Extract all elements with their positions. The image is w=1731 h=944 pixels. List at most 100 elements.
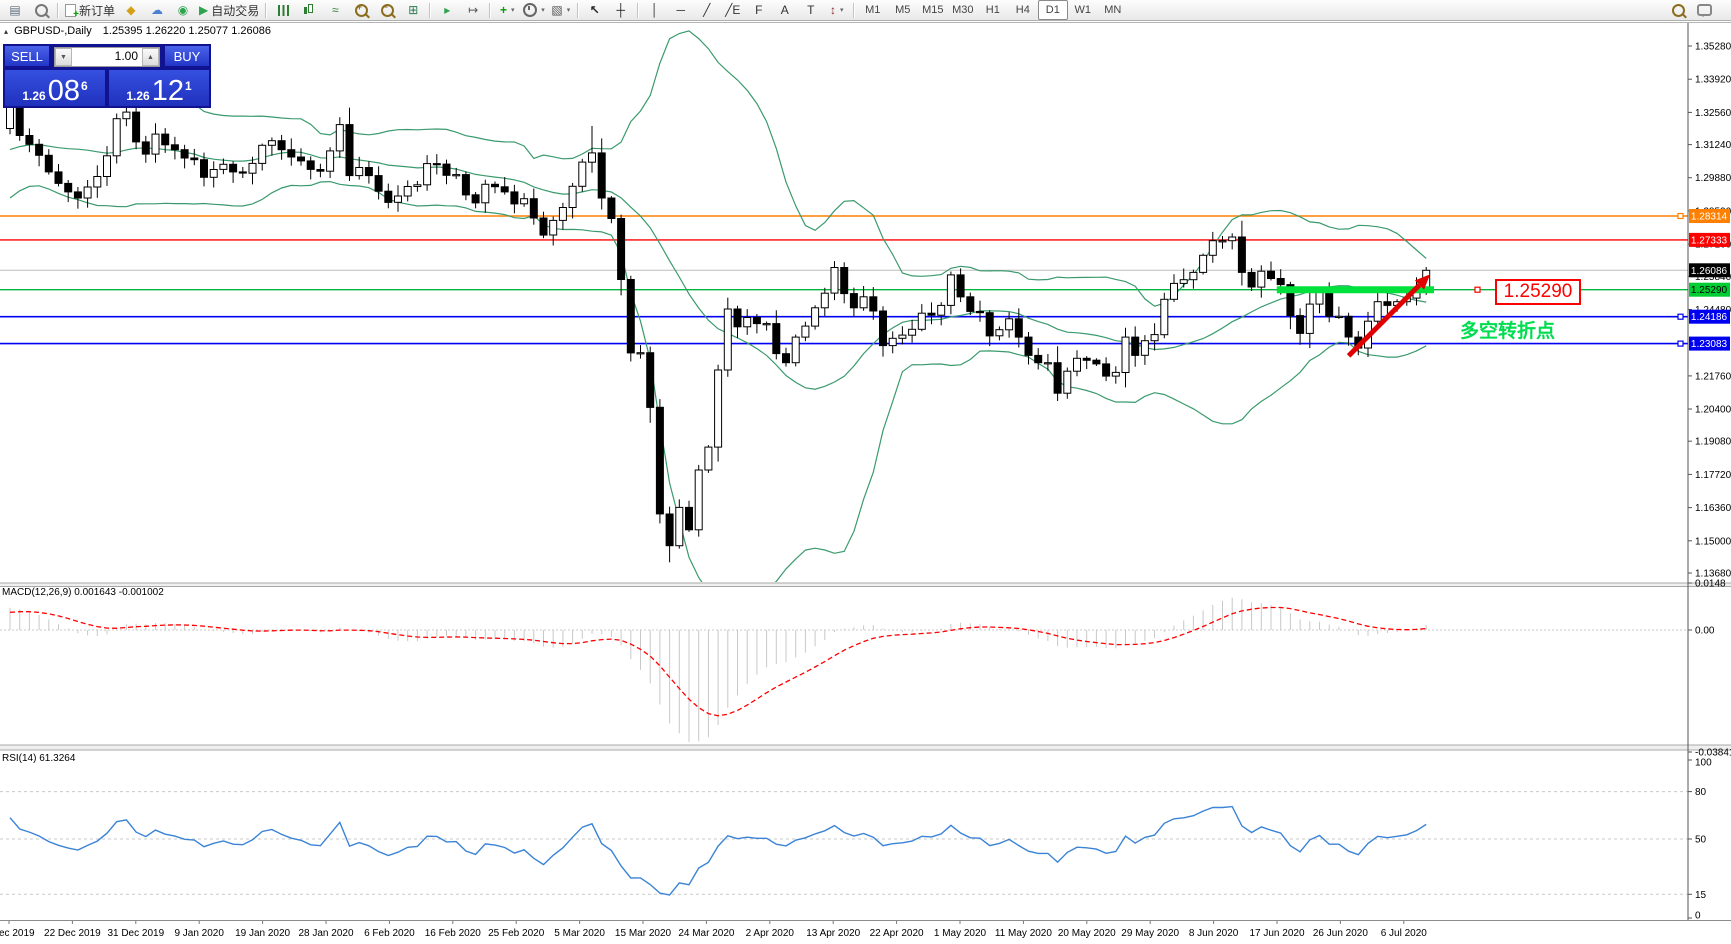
buy-price-display: 1.26 12 1 xyxy=(109,70,209,106)
chart-symbol-period: GBPUSD-,Daily xyxy=(14,25,92,37)
zoom-out-icon[interactable]: − xyxy=(374,0,400,20)
tf-d1[interactable]: D1 xyxy=(1037,0,1068,20)
auto-scroll-icon[interactable]: ▸ xyxy=(434,0,460,20)
tf-w1[interactable]: W1 xyxy=(1068,0,1098,20)
svg-text:28 Jan 2020: 28 Jan 2020 xyxy=(298,928,353,939)
tf-m15[interactable]: M15 xyxy=(918,0,948,20)
price-axis[interactable]: 1.352801.339201.325601.312401.298801.285… xyxy=(1687,23,1731,922)
horizontal-line-icon: ─ xyxy=(676,3,686,17)
indicators-icon[interactable]: + ▾ xyxy=(494,0,520,20)
periods-icon[interactable]: ▾ xyxy=(520,0,548,20)
tf-h4[interactable]: H4 xyxy=(1008,0,1038,20)
candlestick-icon[interactable] xyxy=(296,0,322,20)
tile-windows-icon[interactable]: ⊞ xyxy=(400,0,426,20)
toolbar-separator xyxy=(57,2,59,18)
svg-text:1.17720: 1.17720 xyxy=(1695,470,1731,481)
volume-stepper[interactable]: ▼ 1.00 ▲ xyxy=(54,47,160,67)
tf-m5[interactable]: M5 xyxy=(888,0,918,20)
price-annotation-box[interactable]: 1.25290 xyxy=(1495,279,1581,305)
fibonacci-icon[interactable]: F xyxy=(746,0,772,20)
trend-note-text[interactable]: 多空转折点 xyxy=(1460,316,1640,343)
label-icon[interactable]: T xyxy=(798,0,824,20)
crosshair-icon[interactable]: ┼ xyxy=(608,0,634,20)
cursor-icon[interactable]: ↖ xyxy=(582,0,608,20)
autotrading-icon: ▶ xyxy=(199,3,209,17)
tf-m30[interactable]: M30 xyxy=(948,0,978,20)
svg-text:1.31240: 1.31240 xyxy=(1695,140,1731,151)
svg-text:1.27333: 1.27333 xyxy=(1691,235,1728,246)
tf-mn-label: MN xyxy=(1104,4,1122,16)
label-icon: T xyxy=(807,3,815,17)
publisher-icon: ☁ xyxy=(151,3,164,17)
volume-decrease-icon[interactable]: ▼ xyxy=(55,48,72,66)
new-order-icon xyxy=(65,3,79,19)
bar-chart-icon[interactable] xyxy=(270,0,296,20)
time-axis[interactable]: 2 Dec 2019 22 Dec 2019 31 Dec 2019 9 Jan 20… xyxy=(0,921,1427,939)
tile-windows-icon: ⊞ xyxy=(408,3,419,17)
search-icon xyxy=(1671,3,1685,17)
new-order-icon[interactable]: 新订单 xyxy=(62,0,118,20)
toolbar-separator xyxy=(576,2,579,18)
svg-text:100: 100 xyxy=(1695,758,1712,769)
svg-text:11 May 2020: 11 May 2020 xyxy=(995,928,1053,939)
autotrading-icon[interactable]: ▶ 自动交易 xyxy=(196,0,262,20)
metaeditor-icon[interactable]: ◆ xyxy=(118,0,144,20)
sell-button[interactable]: SELL xyxy=(5,46,49,66)
chat-icon[interactable] xyxy=(1691,0,1717,20)
trendline-icon[interactable]: ╱ xyxy=(694,0,720,20)
svg-text:8 Jun 2020: 8 Jun 2020 xyxy=(1189,928,1239,939)
auto-scroll-icon: ▸ xyxy=(444,3,451,17)
line-handle[interactable] xyxy=(1677,313,1684,320)
macd-label: MACD(12,26,9) xyxy=(2,587,72,598)
profiles-icon xyxy=(34,3,48,17)
svg-text:1.25290: 1.25290 xyxy=(1691,285,1728,296)
macd-indicator-header: MACD(12,26,9) 0.001643 -0.001002 xyxy=(2,587,164,598)
zoom-in-icon[interactable]: + xyxy=(348,0,374,20)
svg-text:25 Feb 2020: 25 Feb 2020 xyxy=(488,928,545,939)
line-handle[interactable] xyxy=(1474,286,1481,293)
line-handle[interactable] xyxy=(1677,212,1684,220)
svg-text:1.15000: 1.15000 xyxy=(1695,536,1731,547)
buy-price-point: 1 xyxy=(184,79,192,93)
tf-m1[interactable]: M1 xyxy=(858,0,888,20)
publisher-icon[interactable]: ☁ xyxy=(144,0,170,20)
tf-h1[interactable]: H1 xyxy=(978,0,1008,20)
horizontal-line-icon[interactable]: ─ xyxy=(668,0,694,20)
text-icon[interactable]: A xyxy=(772,0,798,20)
dropdown-caret-icon: ▾ xyxy=(511,7,515,14)
channel-icon[interactable]: ╱E xyxy=(720,0,746,20)
new-chart-icon[interactable]: ▤ xyxy=(2,0,28,20)
text-icon: A xyxy=(780,3,789,17)
arrows-icon[interactable]: ↕ ▾ xyxy=(824,0,850,20)
chat-icon xyxy=(1696,4,1712,17)
pane-separator[interactable] xyxy=(0,745,1731,750)
toolbar-separator xyxy=(636,2,639,18)
svg-text:22 Dec 2019: 22 Dec 2019 xyxy=(44,928,101,939)
svg-text:50: 50 xyxy=(1695,835,1707,846)
collapse-trade-panel-icon[interactable]: ▴ xyxy=(4,27,8,36)
svg-text:5 Mar 2020: 5 Mar 2020 xyxy=(554,928,605,939)
new-chart-icon: ▤ xyxy=(9,3,21,17)
tf-m30-label: M30 xyxy=(952,4,974,16)
zoom-out-icon: − xyxy=(380,2,394,17)
buy-button[interactable]: BUY xyxy=(165,46,209,66)
cursor-icon: ↖ xyxy=(589,3,600,17)
volume-increase-icon[interactable]: ▲ xyxy=(142,48,159,66)
volume-value[interactable]: 1.00 xyxy=(72,48,142,66)
tf-m15-label: M15 xyxy=(922,4,944,16)
tf-mn[interactable]: MN xyxy=(1098,0,1128,20)
chart-header: ▴ GBPUSD-,Daily 1.25395 1.26220 1.25077 … xyxy=(4,25,271,37)
chart-shift-icon: ↦ xyxy=(468,3,479,17)
line-handle[interactable] xyxy=(1677,340,1684,347)
signals-icon[interactable]: ◉ xyxy=(170,0,196,20)
vertical-line-icon[interactable]: │ xyxy=(642,0,668,20)
templates-icon[interactable]: ▧ ▾ xyxy=(548,0,574,20)
svg-text:16 Feb 2020: 16 Feb 2020 xyxy=(425,928,482,939)
chart-shift-icon[interactable]: ↦ xyxy=(460,0,486,20)
price-pane xyxy=(0,30,1688,582)
line-chart-icon[interactable]: ≈ xyxy=(322,0,348,20)
profiles-icon[interactable] xyxy=(28,0,54,20)
svg-text:1.20400: 1.20400 xyxy=(1695,405,1731,416)
search-icon[interactable] xyxy=(1665,0,1691,20)
toolbar-separator xyxy=(265,2,268,18)
